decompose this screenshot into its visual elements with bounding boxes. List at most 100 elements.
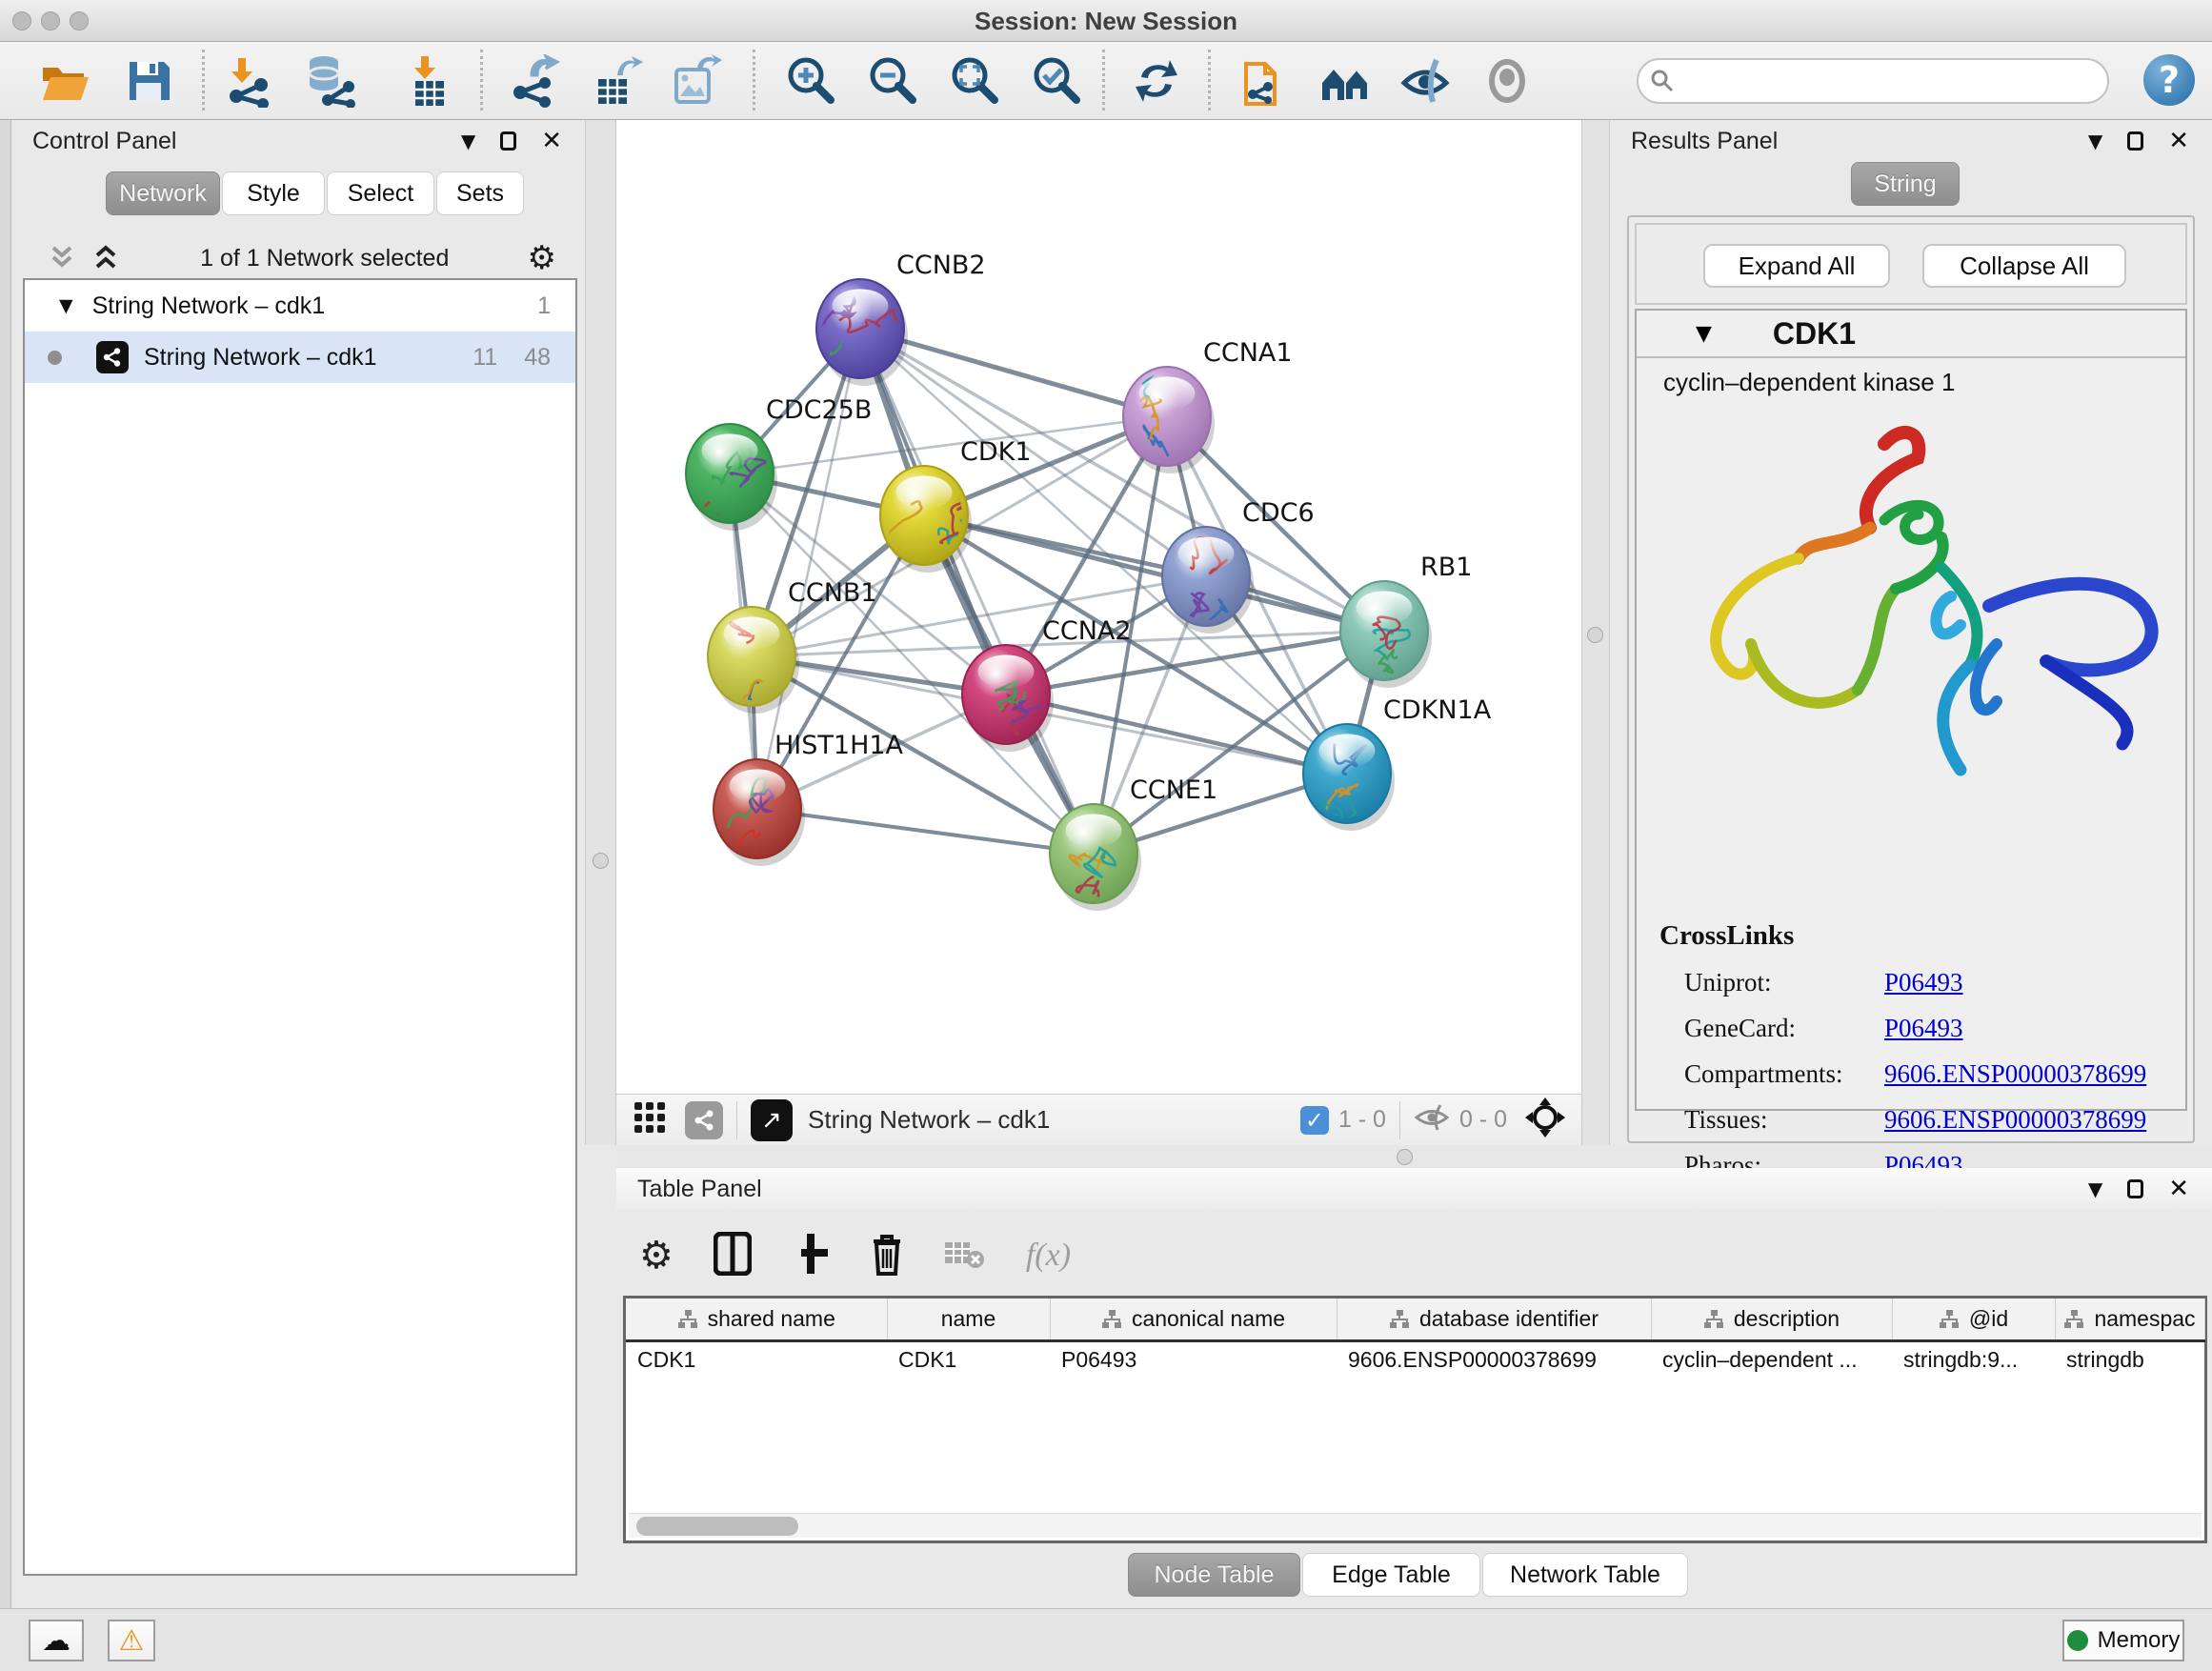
crosslink-link[interactable]: P06493 (1884, 968, 1963, 997)
network-from-document-icon[interactable] (1237, 54, 1290, 108)
export-table-icon[interactable] (593, 54, 646, 108)
network-node-CCNA1[interactable] (1123, 366, 1215, 473)
entry-collapse-icon[interactable]: ▼ (1696, 322, 1712, 346)
preview-eye-icon[interactable] (1480, 54, 1534, 108)
panel-float-icon[interactable] (500, 131, 516, 151)
import-table-icon[interactable] (400, 54, 453, 108)
cloud-button[interactable]: ☁ (29, 1620, 84, 1661)
table-cell[interactable]: P06493 (1050, 1340, 1337, 1379)
import-database-icon[interactable] (305, 54, 358, 108)
function-builder-icon[interactable]: f(x) (1026, 1238, 1071, 1274)
show-columns-icon[interactable] (714, 1232, 752, 1280)
panel-close-icon[interactable]: ✕ (2168, 127, 2189, 155)
column-header-shared-name[interactable]: shared name (626, 1299, 887, 1340)
panel-collapse-icon[interactable]: ▼ (2088, 130, 2102, 152)
table-cell[interactable]: stringdb:9... (1892, 1340, 2055, 1379)
network-share-icon[interactable] (685, 1101, 723, 1139)
houses-icon[interactable] (1318, 54, 1372, 108)
panel-collapse-icon[interactable]: ▼ (2088, 1178, 2102, 1200)
network-node-CCNB2[interactable] (816, 279, 915, 409)
crosslink-link[interactable]: 9606.ENSP00000378699 (1884, 1105, 2146, 1135)
table-row[interactable]: CDK1CDK1P064939606.ENSP00000378699cyclin… (626, 1340, 2204, 1379)
warning-button[interactable]: ⚠ (108, 1620, 155, 1661)
node-entry-header[interactable]: ▼ CDK1 (1637, 311, 2185, 358)
gear-icon[interactable]: ⚙ (528, 239, 556, 277)
delete-column-icon[interactable] (870, 1232, 904, 1280)
window-zoom-light[interactable] (70, 11, 89, 30)
open-in-window-icon[interactable]: ↗ (751, 1099, 793, 1141)
search-input[interactable] (1675, 68, 2075, 94)
tab-edge-table[interactable]: Edge Table (1302, 1553, 1480, 1597)
network-node-RB1[interactable] (1340, 581, 1432, 688)
tree-expand-icon[interactable]: ▼ (59, 295, 73, 316)
network-node-CDC25B[interactable] (686, 424, 777, 536)
zoom-fit-icon[interactable] (949, 54, 1002, 108)
window-close-light[interactable] (12, 11, 31, 30)
save-session-icon[interactable] (122, 54, 175, 108)
table-h-scrollbar[interactable] (629, 1513, 2202, 1538)
column-header-name[interactable]: name (887, 1299, 1050, 1340)
export-network-icon[interactable] (511, 54, 564, 108)
tab-network[interactable]: Network (106, 171, 220, 215)
collapse-all-icon[interactable] (46, 244, 78, 272)
selected-checkbox[interactable]: ✓ (1300, 1106, 1329, 1135)
open-session-icon[interactable] (38, 54, 91, 108)
network-canvas-svg[interactable]: CCNB2CCNA1CDC25BCDK1CDC6RB1CCNB1CCNA2CDK… (616, 120, 1581, 1094)
hide-edges-icon[interactable] (1398, 54, 1452, 108)
panel-collapse-icon[interactable]: ▼ (461, 130, 475, 152)
network-node-CDK1[interactable] (880, 466, 978, 573)
expand-all-button[interactable]: Expand All (1703, 244, 1890, 288)
column-header-database-identifier[interactable]: database identifier (1337, 1299, 1651, 1340)
tab-select[interactable]: Select (327, 171, 434, 215)
zoom-out-icon[interactable] (867, 54, 920, 108)
window-minimize-light[interactable] (41, 11, 60, 30)
import-network-icon[interactable] (225, 54, 278, 108)
column-header-namespac[interactable]: namespac (2055, 1299, 2204, 1340)
network-edge[interactable] (757, 809, 1094, 854)
tab-node-table[interactable]: Node Table (1128, 1553, 1300, 1597)
memory-button[interactable]: Memory (2062, 1620, 2184, 1661)
grid-view-icon[interactable] (633, 1101, 666, 1138)
tab-network-table[interactable]: Network Table (1482, 1553, 1688, 1597)
tab-style[interactable]: Style (222, 171, 325, 215)
clear-table-icon[interactable] (944, 1238, 986, 1275)
zoom-selected-icon[interactable] (1031, 54, 1084, 108)
zoom-in-icon[interactable] (785, 54, 838, 108)
splitter-handle[interactable] (593, 853, 609, 869)
table-cell[interactable]: CDK1 (887, 1340, 1050, 1379)
table-cell[interactable]: 9606.ENSP00000378699 (1337, 1340, 1651, 1379)
column-header-description[interactable]: description (1651, 1299, 1892, 1340)
search-field[interactable] (1637, 58, 2109, 104)
network-node-CCNA2[interactable] (962, 645, 1054, 752)
splitter-handle[interactable] (1397, 1149, 1413, 1165)
network-row[interactable]: String Network – cdk1 11 48 (25, 332, 575, 383)
table-header-row[interactable]: shared namenamecanonical namedatabase id… (626, 1299, 2204, 1340)
network-node-HIST1H1A[interactable] (703, 759, 805, 875)
birdseye-icon[interactable] (1524, 1097, 1566, 1143)
crosslink-link[interactable]: P06493 (1884, 1014, 1963, 1043)
help-button[interactable]: ? (2143, 54, 2195, 106)
panel-float-icon[interactable] (2127, 131, 2143, 151)
table-cell[interactable]: CDK1 (626, 1340, 887, 1379)
column-header-@id[interactable]: @id (1892, 1299, 2055, 1340)
column-header-canonical-name[interactable]: canonical name (1050, 1299, 1337, 1340)
table-cell[interactable]: cyclin–dependent ... (1651, 1340, 1892, 1379)
crosslink-link[interactable]: 9606.ENSP00000378699 (1884, 1059, 2146, 1089)
hidden-eye-icon[interactable] (1414, 1103, 1450, 1137)
table-cell[interactable]: stringdb (2055, 1340, 2204, 1379)
table-settings-icon[interactable]: ⚙ (639, 1234, 674, 1278)
refresh-icon[interactable] (1130, 54, 1183, 108)
expand-all-icon[interactable] (90, 244, 122, 272)
panel-float-icon[interactable] (2127, 1179, 2143, 1198)
add-column-icon[interactable] (792, 1232, 830, 1280)
tab-string[interactable]: String (1851, 162, 1960, 206)
tab-sets[interactable]: Sets (436, 171, 524, 215)
network-node-CCNE1[interactable] (1050, 804, 1141, 930)
network-node-CDKN1A[interactable] (1303, 724, 1395, 831)
scrollbar-thumb[interactable] (636, 1517, 798, 1536)
collapse-all-button[interactable]: Collapse All (1922, 244, 2126, 288)
export-image-icon[interactable] (671, 54, 724, 108)
network-canvas[interactable]: CCNB2CCNA1CDC25BCDK1CDC6RB1CCNB1CCNA2CDK… (616, 120, 1581, 1094)
splitter-left[interactable] (585, 120, 616, 1145)
panel-close-icon[interactable]: ✕ (541, 127, 562, 155)
